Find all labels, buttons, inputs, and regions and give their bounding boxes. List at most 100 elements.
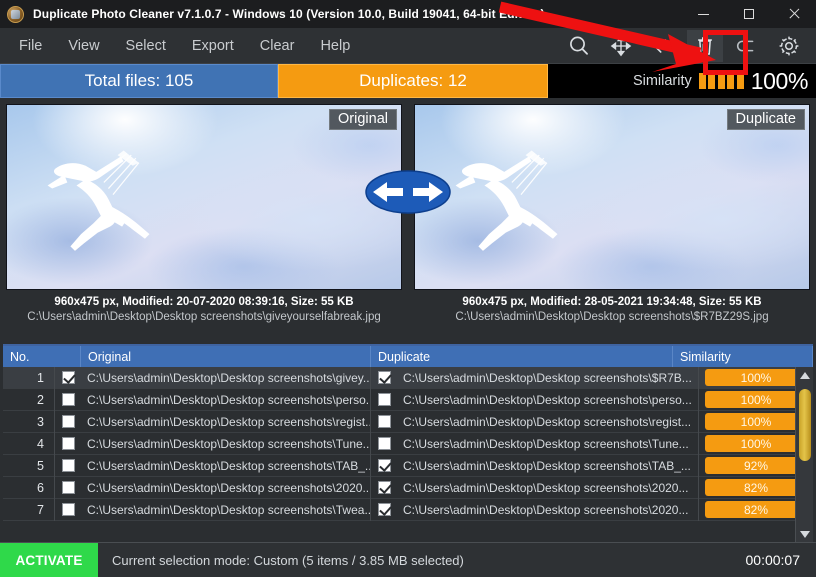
duplicate-path-cell: C:\Users\admin\Desktop\Desktop screensho… [397, 388, 699, 411]
minimize-button[interactable] [681, 0, 726, 28]
row-number: 5 [3, 454, 55, 477]
similarity-label: Similarity [632, 73, 692, 89]
menu-bar: File View Select Export Clear Help [0, 28, 816, 64]
link-button[interactable] [645, 30, 681, 62]
search-icon [570, 36, 588, 55]
table-row[interactable]: 3 C:\Users\admin\Desktop\Desktop screens… [3, 410, 813, 433]
menu-item-file[interactable]: File [9, 34, 52, 58]
similarity-pill: 100% [705, 435, 807, 452]
row-number: 7 [3, 498, 55, 521]
row-number: 1 [3, 367, 55, 389]
similarity-pill: 100% [705, 369, 807, 386]
preview-pane-duplicate: Duplicate 960x475 px, Modified: 28-05-20… [414, 104, 810, 338]
duplicate-path-cell: C:\Users\admin\Desktop\Desktop screensho… [397, 367, 699, 389]
preview-pane-original: Original 960x475 px, Modified: 20-07-202… [6, 104, 402, 338]
original-checkbox[interactable] [55, 455, 81, 477]
duplicate-checkbox[interactable] [371, 389, 397, 411]
scroll-up-arrow-icon [799, 371, 810, 379]
column-header-original[interactable]: Original [81, 346, 371, 367]
similarity-bars-icon [698, 73, 744, 89]
table-row[interactable]: 1 C:\Users\admin\Desktop\Desktop screens… [3, 367, 813, 389]
menu-item-clear[interactable]: Clear [250, 34, 305, 58]
original-meta: 960x475 px, Modified: 20-07-2020 08:39:1… [54, 296, 354, 308]
column-header-duplicate[interactable]: Duplicate [371, 346, 673, 367]
original-thumbnail[interactable]: Original [6, 104, 402, 290]
original-path-cell: C:\Users\admin\Desktop\Desktop screensho… [81, 454, 371, 477]
duplicate-badge: Duplicate [726, 109, 805, 130]
similarity-meter: Similarity 100% [548, 64, 816, 98]
original-checkbox[interactable] [55, 477, 81, 499]
similarity-pill: 82% [705, 479, 807, 496]
original-checkbox[interactable] [55, 411, 81, 433]
original-checkbox[interactable] [55, 499, 81, 521]
duplicates-table: No. Original Duplicate Similarity 1 C:\U… [3, 344, 813, 542]
column-header-no[interactable]: No. [3, 346, 81, 367]
swap-left-right-button[interactable] [365, 169, 451, 215]
close-icon [788, 8, 800, 20]
counter-bar: Total files: 105 Duplicates: 12 Similari… [0, 64, 816, 98]
original-checkbox[interactable] [55, 389, 81, 411]
menu-item-export[interactable]: Export [182, 34, 244, 58]
original-path-cell: C:\Users\admin\Desktop\Desktop screensho… [81, 388, 371, 411]
duplicate-checkbox[interactable] [371, 367, 397, 389]
duplicate-checkbox[interactable] [371, 411, 397, 433]
original-path: C:\Users\admin\Desktop\Desktop screensho… [27, 311, 381, 323]
similarity-pill: 100% [705, 413, 807, 430]
scroll-up-button[interactable] [796, 367, 814, 383]
maximize-icon [743, 9, 754, 19]
settings-button[interactable] [771, 30, 807, 62]
duplicate-checkbox[interactable] [371, 499, 397, 521]
scrollbar-track[interactable] [796, 383, 814, 526]
original-path-cell: C:\Users\admin\Desktop\Desktop screensho… [81, 432, 371, 455]
duplicate-path-cell: C:\Users\admin\Desktop\Desktop screensho… [397, 454, 699, 477]
app-logo-icon [7, 5, 24, 23]
scroll-down-button[interactable] [796, 526, 814, 542]
original-path-cell: C:\Users\admin\Desktop\Desktop screensho… [81, 498, 371, 521]
paraglider-silhouette-icon [455, 150, 558, 252]
duplicate-path-cell: C:\Users\admin\Desktop\Desktop screensho… [397, 476, 699, 499]
table-row[interactable]: 4 C:\Users\admin\Desktop\Desktop screens… [3, 432, 813, 455]
move-arrows-icon [610, 35, 632, 56]
table-row[interactable]: 7 C:\Users\admin\Desktop\Desktop screens… [3, 498, 813, 521]
similarity-pill: 92% [705, 457, 807, 474]
total-files-badge[interactable]: Total files: 105 [0, 64, 278, 98]
duplicate-thumbnail[interactable]: Duplicate [414, 104, 810, 290]
duplicate-checkbox[interactable] [371, 455, 397, 477]
scrollbar-thumb[interactable] [798, 389, 811, 461]
menu-item-select[interactable]: Select [116, 34, 176, 58]
maximize-button[interactable] [726, 0, 771, 28]
status-bar: ACTIVATE Current selection mode: Custom … [0, 542, 816, 577]
row-number: 2 [3, 388, 55, 411]
elapsed-timer: 00:00:07 [745, 552, 801, 568]
app-window: Duplicate Photo Cleaner v7.1.0.7 - Windo… [0, 0, 816, 577]
close-button[interactable] [771, 0, 816, 28]
move-button[interactable] [603, 30, 639, 62]
preview-area: Original 960x475 px, Modified: 20-07-202… [0, 98, 816, 338]
similarity-pill: 100% [705, 391, 807, 408]
row-number: 6 [3, 476, 55, 499]
activate-button[interactable]: ACTIVATE [0, 542, 98, 577]
column-header-similarity[interactable]: Similarity [673, 346, 813, 367]
table-row[interactable]: 2 C:\Users\admin\Desktop\Desktop screens… [3, 388, 813, 411]
table-scrollbar[interactable] [795, 367, 813, 542]
menu-item-view[interactable]: View [58, 34, 109, 58]
duplicate-checkbox[interactable] [371, 477, 397, 499]
title-bar: Duplicate Photo Cleaner v7.1.0.7 - Windo… [0, 0, 816, 28]
table-rows: 1 C:\Users\admin\Desktop\Desktop screens… [3, 367, 813, 542]
duplicate-path-cell: C:\Users\admin\Desktop\Desktop screensho… [397, 498, 699, 521]
search-button[interactable] [561, 30, 597, 62]
duplicate-checkbox[interactable] [371, 433, 397, 455]
window-controls [681, 0, 816, 28]
similarity-percent: 100% [750, 67, 809, 94]
original-checkbox[interactable] [55, 367, 81, 389]
trash-highlight-box [703, 30, 748, 75]
minimize-icon [698, 13, 709, 15]
duplicate-meta: 960x475 px, Modified: 28-05-2021 19:34:4… [462, 296, 762, 308]
original-path-cell: C:\Users\admin\Desktop\Desktop screensho… [81, 476, 371, 499]
original-checkbox[interactable] [55, 433, 81, 455]
duplicates-badge[interactable]: Duplicates: 12 [278, 64, 548, 98]
similarity-pill: 82% [705, 501, 807, 518]
menu-item-help[interactable]: Help [310, 34, 360, 58]
table-row[interactable]: 6 C:\Users\admin\Desktop\Desktop screens… [3, 476, 813, 499]
table-row[interactable]: 5 C:\Users\admin\Desktop\Desktop screens… [3, 454, 813, 477]
